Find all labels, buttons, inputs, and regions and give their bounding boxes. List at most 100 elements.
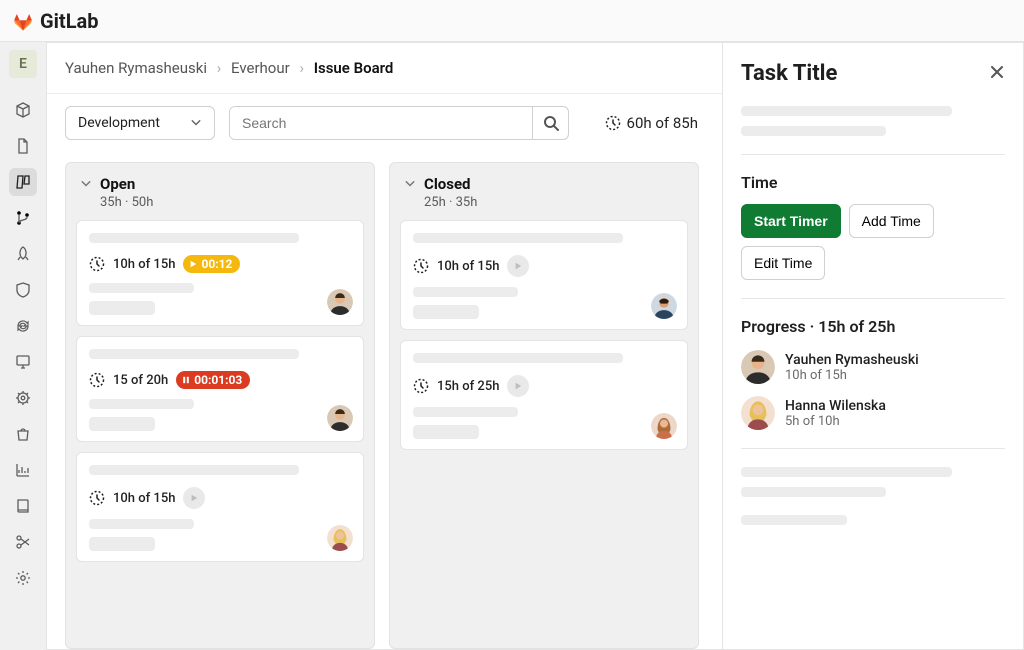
board-time-total: 60h of 85h xyxy=(605,114,704,132)
board-time-total-label: 60h of 85h xyxy=(627,114,698,132)
breadcrumb-item[interactable]: Yauhen Rymasheuski xyxy=(65,59,207,77)
rail-item-wiki[interactable] xyxy=(9,492,37,520)
assignee-avatar[interactable] xyxy=(327,289,353,315)
person-avatar[interactable] xyxy=(741,350,775,384)
rail-item-analytics[interactable] xyxy=(9,456,37,484)
card-time-label: 10h of 15h xyxy=(113,257,175,272)
chevron-down-icon xyxy=(80,178,92,190)
clock-icon xyxy=(413,378,429,394)
breadcrumb-item[interactable]: Everhour xyxy=(231,59,290,77)
placeholder-line xyxy=(741,487,886,497)
rail-item-files[interactable] xyxy=(9,132,37,160)
board-column: Open 35h · 50h 10h of 15h 00:12 xyxy=(65,162,375,649)
timer-chip[interactable]: 00:01:03 xyxy=(176,371,250,389)
issue-card[interactable]: 15 of 20h 00:01:03 xyxy=(76,336,364,442)
start-timer-button[interactable] xyxy=(507,255,529,277)
rail-item-monitor[interactable] xyxy=(9,348,37,376)
rail-item-ci[interactable] xyxy=(9,240,37,268)
play-icon xyxy=(514,382,522,390)
divider xyxy=(741,298,1005,299)
rail-item-boards[interactable] xyxy=(9,168,37,196)
placeholder-block xyxy=(89,283,351,315)
rail-item-deploy[interactable] xyxy=(9,312,37,340)
issue-card[interactable]: 15h of 25h xyxy=(400,340,688,450)
rail-item-packages[interactable] xyxy=(9,420,37,448)
search-icon xyxy=(543,115,559,131)
placeholder-line xyxy=(89,233,299,243)
column-header[interactable]: Open 35h · 50h xyxy=(66,163,374,220)
task-title: Task Title xyxy=(741,61,837,86)
monitor-icon xyxy=(15,354,31,370)
rail-item-security[interactable] xyxy=(9,276,37,304)
progress-person: Hanna Wilenska 5h of 10h xyxy=(741,396,1005,430)
divider xyxy=(741,154,1005,155)
search-button[interactable] xyxy=(532,107,568,139)
breadcrumb-sep: › xyxy=(217,59,222,77)
gear2-icon xyxy=(15,390,31,406)
project-avatar[interactable]: E xyxy=(9,50,37,78)
person-avatar[interactable] xyxy=(741,396,775,430)
chart-icon xyxy=(15,462,31,478)
assignee-avatar[interactable] xyxy=(651,293,677,319)
progress-people: Yauhen Rymasheuski 10h of 15h Hanna Wile… xyxy=(741,350,1005,430)
column-header[interactable]: Closed 25h · 35h xyxy=(390,163,698,220)
start-timer-button[interactable] xyxy=(507,375,529,397)
gear-icon xyxy=(15,570,31,586)
avatar-icon xyxy=(651,293,677,319)
person-name: Hanna Wilenska xyxy=(785,398,886,414)
rail-item-merge[interactable] xyxy=(9,204,37,232)
search-input[interactable] xyxy=(230,107,532,139)
clock-icon xyxy=(413,258,429,274)
divider xyxy=(741,448,1005,449)
avatar-icon xyxy=(327,525,353,551)
column-subtitle: 25h · 35h xyxy=(424,195,477,210)
main-area: Yauhen Rymasheuski › Everhour › Issue Bo… xyxy=(46,42,1024,650)
avatar-icon xyxy=(741,350,775,384)
cube-icon xyxy=(15,102,31,118)
search-wrap xyxy=(229,106,569,140)
issue-card[interactable]: 10h of 15h xyxy=(400,220,688,330)
assignee-avatar[interactable] xyxy=(651,413,677,439)
placeholder-line xyxy=(741,126,886,136)
gitlab-logo-icon xyxy=(12,10,34,32)
task-details-panel: Task Title Time Start Timer Add Time Edi… xyxy=(723,43,1023,649)
time-section-label: Time xyxy=(741,173,1005,192)
close-panel-button[interactable] xyxy=(989,64,1005,84)
placeholder-line xyxy=(413,425,479,439)
avatar-icon xyxy=(327,289,353,315)
file-icon xyxy=(15,138,31,154)
start-timer-button[interactable]: Start Timer xyxy=(741,204,841,238)
placeholder-line xyxy=(89,537,155,551)
assignee-avatar[interactable] xyxy=(327,405,353,431)
time-buttons: Start Timer Add Time Edit Time xyxy=(741,204,1005,280)
board-select-dropdown[interactable]: Development xyxy=(65,106,215,140)
card-time-label: 10h of 15h xyxy=(113,491,175,506)
card-time-row: 15h of 25h xyxy=(413,375,675,397)
rail-item-settings[interactable] xyxy=(9,564,37,592)
issue-card[interactable]: 10h of 15h 00:12 xyxy=(76,220,364,326)
issue-card[interactable]: 10h of 15h xyxy=(76,452,364,562)
rail-item-snippets[interactable] xyxy=(9,528,37,556)
timer-value: 00:12 xyxy=(201,257,232,271)
person-time: 5h of 10h xyxy=(785,414,886,429)
rail-item-infra[interactable] xyxy=(9,384,37,412)
shield-icon xyxy=(15,282,31,298)
cycle-icon xyxy=(15,318,31,334)
card-time-row: 10h of 15h xyxy=(89,487,351,509)
edit-time-button[interactable]: Edit Time xyxy=(741,246,825,280)
placeholder-line xyxy=(741,515,847,525)
rail-item-project[interactable] xyxy=(9,96,37,124)
add-time-button[interactable]: Add Time xyxy=(849,204,934,238)
placeholder-line xyxy=(413,407,518,417)
rocket-icon xyxy=(15,246,31,262)
avatar-icon xyxy=(741,396,775,430)
brand-name: GitLab xyxy=(40,9,98,33)
start-timer-button[interactable] xyxy=(183,487,205,509)
bag-icon xyxy=(15,426,31,442)
timer-chip[interactable]: 00:12 xyxy=(183,255,240,273)
assignee-avatar[interactable] xyxy=(327,525,353,551)
column-title: Open xyxy=(100,175,153,193)
placeholder-line xyxy=(413,287,518,297)
card-time-label: 15h of 25h xyxy=(437,379,499,394)
play-icon xyxy=(514,262,522,270)
